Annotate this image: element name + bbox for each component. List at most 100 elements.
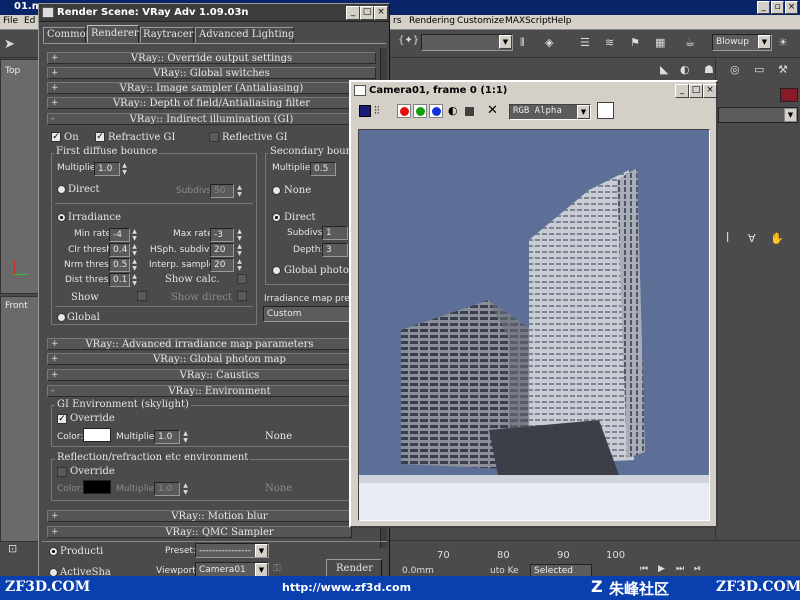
clear-icon[interactable]: ✕ <box>487 103 498 118</box>
reflective-gi-checkbox[interactable] <box>209 132 219 142</box>
spinner-arrows-icon[interactable]: ▲ ▼ <box>236 184 243 198</box>
prev-frame-icon[interactable]: ⏮ <box>640 564 648 574</box>
rollout-caustics[interactable]: + VRay:: Caustics <box>47 369 352 381</box>
tab-advanced-lighting[interactable]: Advanced Lighting <box>195 27 295 43</box>
pin-stack-icon[interactable]: ꟾ <box>726 232 729 245</box>
maximize-icon[interactable]: □ <box>689 84 703 98</box>
green-channel-toggle[interactable] <box>413 104 427 118</box>
refractive-gi-checkbox[interactable]: ✓ <box>95 132 105 142</box>
hierarchy-tab-icon[interactable]: ☗ <box>704 63 714 76</box>
rollout-image-sampler[interactable]: + VRay:: Image sampler (Antialiasing) <box>47 82 376 94</box>
spinner-arrows-icon[interactable]: ▲ ▼ <box>131 243 138 257</box>
mirror-icon[interactable]: ⫴ <box>520 36 525 50</box>
refl-env-multiplier-spinner[interactable]: 1.0 <box>154 482 180 496</box>
gi-env-multiplier-spinner[interactable]: 1.0 <box>154 430 180 444</box>
gi-env-map-button[interactable]: None <box>265 431 292 443</box>
menu-maxscript[interactable]: MAXScript <box>505 16 551 26</box>
auto-key-button[interactable]: uto Ke <box>490 566 519 576</box>
direct-radio[interactable] <box>57 185 66 194</box>
rollout-global-switches[interactable]: + VRay:: Global switches <box>47 67 376 79</box>
render-last-icon[interactable]: ☀ <box>778 36 788 49</box>
menu-file[interactable]: File <box>3 16 18 26</box>
spinner-arrows-icon[interactable]: ▲ ▼ <box>131 273 138 287</box>
first-multiplier-spinner[interactable]: 1.0 <box>94 162 120 176</box>
second-multiplier-spinner[interactable]: 0.5 <box>310 162 336 176</box>
gi-env-color-swatch[interactable] <box>83 428 111 442</box>
timeline[interactable] <box>390 540 800 562</box>
motion-tab-icon[interactable]: ◎ <box>730 63 740 76</box>
spinner-arrows-icon[interactable]: ▲ ▼ <box>236 258 243 272</box>
tab-raytracer[interactable]: Raytracer <box>140 27 194 43</box>
max-rate-spinner[interactable]: -3 <box>210 228 234 242</box>
interp-samples-spinner[interactable]: 20 <box>210 258 234 272</box>
close-icon[interactable]: × <box>374 6 388 20</box>
global-radio[interactable] <box>57 313 66 322</box>
rollout-advanced-irradiance[interactable]: + VRay:: Advanced irradiance map paramet… <box>47 338 352 350</box>
spinner-arrows-icon[interactable]: ▲ ▼ <box>131 258 138 272</box>
gi-env-override-checkbox[interactable]: ✓ <box>57 414 67 424</box>
render-preset-dropdown[interactable]: Blowup ▼ <box>712 34 772 51</box>
rollout-environment[interactable]: - VRay:: Environment <box>47 385 352 397</box>
layers-icon[interactable]: ☰ <box>580 36 590 49</box>
spinner-arrows-icon[interactable]: ▲ ▼ <box>131 228 138 242</box>
depth-spinner[interactable]: 3 <box>322 243 348 257</box>
tab-renderer[interactable]: Renderer <box>87 25 139 43</box>
rollout-dof-filter[interactable]: + VRay:: Depth of field/Antialiasing fil… <box>47 97 376 109</box>
lock-viewport-icon[interactable]: ⚿ <box>273 563 285 575</box>
viewport-front[interactable]: Front <box>0 296 40 542</box>
show-checkbox[interactable] <box>137 291 147 301</box>
menu-help[interactable]: Help <box>551 16 572 26</box>
show-direct-checkbox[interactable] <box>237 291 247 301</box>
render-dialog-title-bar[interactable]: Render Scene: VRay Adv 1.09.03n _ □ × <box>39 4 389 22</box>
refl-env-override-checkbox[interactable] <box>57 467 67 477</box>
preset-dropdown[interactable]: ---------------- ▼ <box>195 543 269 558</box>
save-bitmap-icon[interactable] <box>359 105 371 117</box>
minimize-icon[interactable]: _ <box>346 6 360 20</box>
modifier-list-dropdown[interactable]: ▼ <box>718 107 798 123</box>
named-selection-dropdown[interactable]: ▼ <box>421 34 513 51</box>
render-setup-icon[interactable]: ▦ <box>655 36 665 49</box>
select-arrow-icon[interactable]: ➤ <box>4 37 15 52</box>
dist-thresh-spinner[interactable]: 0.1 <box>109 273 130 287</box>
production-radio[interactable] <box>49 547 58 556</box>
menu-rendering[interactable]: Rendering <box>409 16 455 26</box>
second-subdivs-spinner[interactable]: 1 <box>322 226 348 240</box>
first-subdivs-spinner[interactable]: 50 <box>210 184 234 198</box>
close-icon[interactable]: × <box>703 84 717 98</box>
display-tab-icon[interactable]: ▭ <box>754 63 764 76</box>
utilities-tab-icon[interactable]: ⚒ <box>778 63 788 76</box>
object-color-swatch[interactable] <box>780 88 798 102</box>
spinner-arrows-icon[interactable]: ▲ ▼ <box>121 162 128 176</box>
remove-modifier-icon[interactable]: ✋ <box>770 232 784 245</box>
show-end-result-icon[interactable]: Ɐ <box>748 232 756 245</box>
viewport-dropdown[interactable]: Camera01 ▼ <box>195 562 269 577</box>
clr-thresh-spinner[interactable]: 0.4 <box>109 243 130 257</box>
spinner-arrows-icon[interactable]: ▲ ▼ <box>182 430 189 444</box>
quick-render-icon[interactable]: ☕ <box>685 36 695 49</box>
tab-common[interactable]: Common <box>43 27 92 43</box>
refl-env-color-swatch[interactable] <box>83 480 111 494</box>
watermark-url[interactable]: http://www.zf3d.com <box>282 581 411 594</box>
viewport-top[interactable]: Top <box>0 59 40 294</box>
restore-icon[interactable]: ▫ <box>771 1 784 14</box>
min-rate-spinner[interactable]: -4 <box>109 228 130 242</box>
create-tab-icon[interactable]: ◣ <box>660 63 668 76</box>
modify-tab-icon[interactable]: ◐ <box>680 63 690 76</box>
rollout-qmc-sampler[interactable]: + VRay:: QMC Sampler <box>47 526 352 538</box>
global-photon-radio[interactable] <box>272 266 281 275</box>
red-channel-toggle[interactable] <box>397 104 411 118</box>
minimize-icon[interactable]: _ <box>757 1 770 14</box>
rollout-motion-blur[interactable]: + VRay:: Motion blur <box>47 510 352 522</box>
rollout-indirect-illumination[interactable]: - VRay:: Indirect illumination (GI) <box>47 113 376 125</box>
none-radio[interactable] <box>272 186 281 195</box>
second-direct-radio[interactable] <box>272 213 281 222</box>
spinner-arrows-icon[interactable]: ▲ ▼ <box>182 482 189 496</box>
background-color-swatch[interactable] <box>597 102 614 119</box>
monochrome-icon[interactable]: ◐ <box>448 104 458 117</box>
rollout-override-output[interactable]: + VRay:: Override output settings <box>47 52 376 64</box>
next-frame-icon[interactable]: ⏭ <box>676 564 684 574</box>
irradiance-radio[interactable] <box>57 213 66 222</box>
alpha-channel-icon[interactable] <box>465 107 474 116</box>
maximize-viewport-icon[interactable]: ⊡ <box>8 542 17 555</box>
blue-channel-toggle[interactable] <box>429 104 443 118</box>
